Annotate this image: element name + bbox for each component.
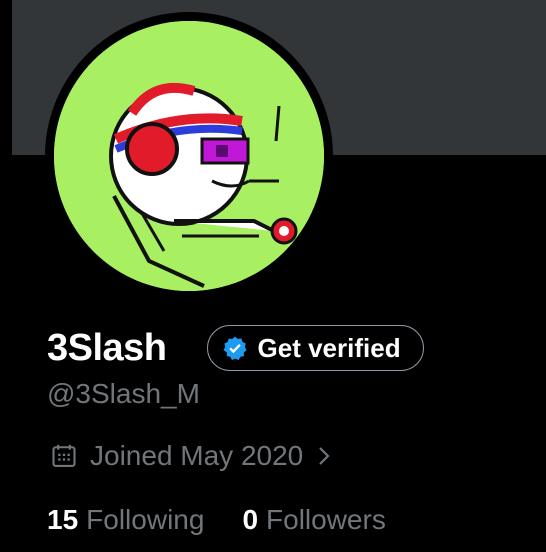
joined-row[interactable]: Joined May 2020: [50, 440, 333, 472]
get-verified-label: Get verified: [257, 332, 401, 363]
follow-stats: 15 Following 0 Followers: [47, 504, 386, 536]
joined-date: Joined May 2020: [90, 440, 304, 471]
verified-badge-icon: [223, 336, 247, 361]
following-link[interactable]: 15 Following: [47, 504, 204, 536]
chevron-right-icon: [319, 447, 330, 465]
avatar[interactable]: [54, 21, 324, 291]
following-label: Following: [86, 504, 205, 535]
followers-label: Followers: [266, 504, 386, 535]
avatar-illustration: [54, 21, 324, 291]
get-verified-button[interactable]: Get verified: [206, 325, 424, 371]
page-left-edge: [0, 0, 12, 552]
followers-count: 0: [242, 504, 259, 535]
following-count: 15: [47, 504, 79, 535]
username-handle: @3Slash_M: [47, 378, 200, 409]
calendar-icon: [52, 444, 76, 467]
name-row: 3Slash Get verified: [47, 322, 424, 374]
display-name: 3Slash: [47, 326, 167, 369]
followers-link[interactable]: 0 Followers: [242, 504, 385, 536]
